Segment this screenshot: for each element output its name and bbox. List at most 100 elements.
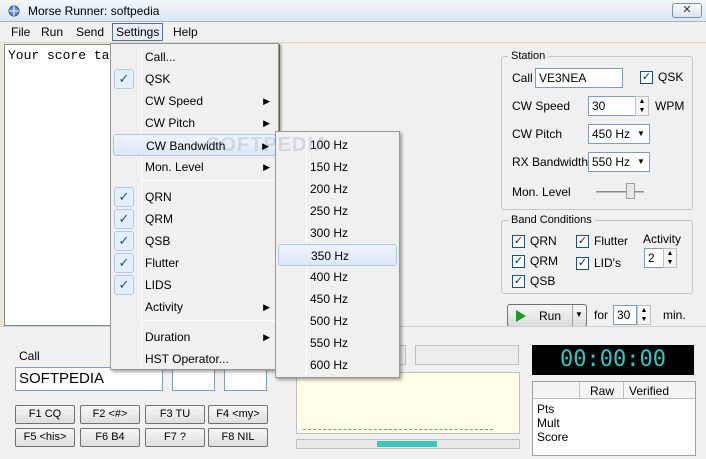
f4-my-button[interactable]: F4 <my> — [208, 405, 268, 424]
bandwidth-item-300hz[interactable]: 300 Hz — [278, 222, 397, 244]
band-conditions-title: Band Conditions — [511, 214, 592, 226]
bandwidth-item-label: 550 Hz — [310, 336, 349, 350]
settings-item-hst-operator[interactable]: HST Operator... — [113, 348, 276, 370]
run-dropdown-icon[interactable]: ▼ — [575, 310, 583, 319]
settings-item-qsk[interactable]: ✓ QSK — [113, 68, 276, 90]
f6-b4-button[interactable]: F6 B4 — [80, 428, 140, 447]
qsb-checkbox[interactable]: ✓ — [512, 275, 525, 288]
cw-bandwidth-submenu: 100 Hz 150 Hz 200 Hz 250 Hz 300 Hz 350 Hz 400 … — [206, 131, 400, 378]
submenu-arrow-icon: ▶ — [263, 302, 270, 312]
check-icon: ✓ — [114, 253, 134, 273]
score-row-mult: Mult — [537, 416, 560, 430]
call-entry-input[interactable]: SOFTPEDIA — [15, 367, 163, 391]
f7-query-button[interactable]: F7 ? — [145, 428, 205, 447]
rx-bandwidth-dropdown-icon[interactable]: ▼ — [633, 153, 649, 171]
score-table: Raw Verified Pts Mult Score — [532, 381, 696, 456]
mon-level-track[interactable] — [596, 191, 644, 193]
cw-speed-input[interactable]: 30 — [588, 96, 636, 116]
bandwidth-item-600hz[interactable]: 600 Hz — [278, 354, 397, 376]
flutter-checkbox[interactable]: ✓ — [576, 235, 589, 248]
settings-item-qsb[interactable]: ✓ QSB — [113, 230, 276, 252]
menu-settings[interactable]: Settings — [112, 23, 164, 41]
cw-pitch-dropdown-icon[interactable]: ▼ — [633, 125, 649, 143]
lids-checkbox[interactable]: ✓ — [576, 257, 589, 270]
bandwidth-item-label: 150 Hz — [310, 160, 349, 174]
menu-run[interactable]: Run — [38, 25, 66, 39]
settings-item-mon-level[interactable]: Mon. Level ▶ — [113, 156, 276, 178]
qrm-checkbox[interactable]: ✓ — [512, 255, 525, 268]
bandwidth-item-450hz[interactable]: 450 Hz — [278, 288, 397, 310]
menu-file[interactable]: File — [8, 25, 33, 39]
settings-item-duration[interactable]: Duration ▶ — [113, 326, 276, 348]
check-icon: ✓ — [114, 275, 134, 295]
score-header-verified: Verified — [629, 384, 670, 398]
settings-item-flutter[interactable]: ✓ Flutter — [113, 252, 276, 274]
settings-item-label: QRM — [145, 212, 173, 226]
menu-help[interactable]: Help — [170, 25, 201, 39]
band-map-panel — [296, 372, 520, 434]
bandwidth-item-200hz[interactable]: 200 Hz — [278, 178, 397, 200]
submenu-arrow-icon: ▶ — [263, 118, 270, 128]
bandwidth-item-label: 350 Hz — [311, 249, 350, 263]
f1-cq-button[interactable]: F1 CQ — [15, 405, 75, 424]
qrn-checkbox[interactable]: ✓ — [512, 235, 525, 248]
f3-tu-button[interactable]: F3 TU — [145, 405, 205, 424]
nr-input[interactable] — [224, 367, 267, 391]
bandwidth-item-250hz[interactable]: 250 Hz — [278, 200, 397, 222]
check-icon: ✓ — [114, 209, 134, 229]
menu-separator — [143, 320, 275, 321]
settings-item-label: QRN — [145, 190, 172, 204]
bandwidth-item-150hz[interactable]: 150 Hz — [278, 156, 397, 178]
settings-item-qrm[interactable]: ✓ QRM — [113, 208, 276, 230]
f8-nil-button[interactable]: F8 NIL — [208, 428, 268, 447]
settings-item-label: CW Pitch — [145, 116, 196, 130]
menu-send[interactable]: Send — [73, 25, 107, 39]
bandwidth-item-550hz[interactable]: 550 Hz — [278, 332, 397, 354]
settings-item-qrn[interactable]: ✓ QRN — [113, 186, 276, 208]
score-header-raw: Raw — [590, 384, 615, 398]
settings-item-activity[interactable]: Activity ▶ — [113, 296, 276, 318]
for-label: for — [594, 308, 609, 322]
log-text: Your score ta — [8, 48, 110, 63]
status-field-2 — [415, 345, 519, 365]
menu-separator — [143, 180, 275, 181]
call-entry-label: Call — [19, 349, 40, 363]
settings-item-label: QSK — [145, 72, 171, 86]
bandwidth-item-label: 250 Hz — [310, 204, 349, 218]
app-icon — [8, 5, 20, 17]
duration-input[interactable]: 30 — [613, 305, 637, 325]
qrm-label: QRM — [530, 254, 558, 268]
run-button[interactable]: Run ▼ — [507, 304, 587, 327]
duration-spinner[interactable]: ▲ ▼ — [637, 305, 651, 325]
settings-item-label: Duration — [145, 330, 191, 344]
settings-item-cw-pitch[interactable]: CW Pitch ▶ — [113, 112, 276, 134]
window-title: Morse Runner: softpedia — [28, 4, 160, 18]
close-button[interactable]: ✕ — [672, 3, 702, 18]
activity-spinner[interactable]: ▲ ▼ — [663, 248, 677, 268]
bandwidth-item-500hz[interactable]: 500 Hz — [278, 310, 397, 332]
qsk-checkbox[interactable]: ✓ — [640, 71, 653, 84]
f2-number-button[interactable]: F2 <#> — [80, 405, 140, 424]
settings-item-cw-speed[interactable]: CW Speed ▶ — [113, 90, 276, 112]
settings-item-label: Mon. Level — [145, 160, 204, 174]
bandwidth-item-400hz[interactable]: 400 Hz — [278, 266, 397, 288]
settings-item-label: HST Operator... — [145, 352, 229, 366]
activity-input[interactable]: 2 — [644, 248, 664, 268]
rst-input[interactable] — [172, 367, 215, 391]
progress-fill — [377, 441, 437, 447]
submenu-arrow-icon: ▶ — [263, 332, 270, 342]
settings-item-call[interactable]: Call... — [113, 46, 276, 68]
check-icon: ✓ — [114, 69, 134, 89]
mon-level-label: Mon. Level — [512, 185, 571, 199]
station-call-input[interactable]: VE3NEA — [535, 68, 623, 88]
rx-bandwidth-label: RX Bandwidth — [512, 155, 589, 169]
cw-speed-spinner[interactable]: ▲ ▼ — [635, 96, 649, 116]
mon-level-slider-thumb[interactable] — [626, 183, 635, 199]
bandwidth-item-label: 200 Hz — [310, 182, 349, 196]
bandwidth-item-label: 500 Hz — [310, 314, 349, 328]
station-title: Station — [511, 50, 546, 62]
settings-item-lids[interactable]: ✓ LIDS — [113, 274, 276, 296]
submenu-arrow-icon: ▶ — [263, 162, 270, 172]
f5-his-button[interactable]: F5 <his> — [15, 428, 75, 447]
bandwidth-item-350hz[interactable]: 350 Hz — [278, 244, 397, 266]
